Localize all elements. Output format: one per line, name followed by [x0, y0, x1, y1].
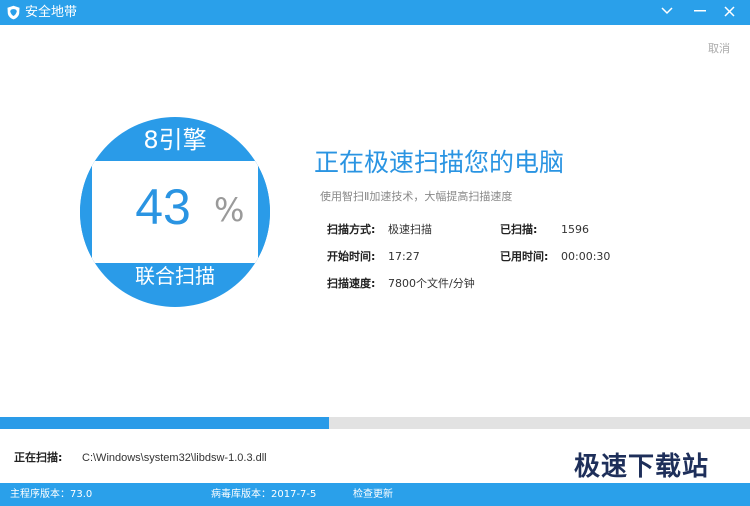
shield-logo-icon	[7, 5, 20, 20]
minimize-icon	[694, 10, 706, 12]
current-file-label: 正在扫描:	[14, 451, 63, 464]
start-time-label: 开始时间:	[327, 250, 376, 263]
elapsed-time-label: 已用时间:	[500, 250, 549, 263]
status-bar: 主程序版本：73.0 病毒库版本：2017-7-5 检查更新	[0, 483, 750, 506]
menu-dropdown-button[interactable]	[655, 0, 679, 22]
title-bar: 安全地带	[0, 0, 750, 25]
scan-mode-field-label: 扫描方式:	[327, 223, 376, 236]
current-file-path: C:\Windows\system32\libdsw-1.0.3.dll	[82, 452, 267, 464]
progress-percent-value: 43	[135, 179, 191, 235]
minimize-button[interactable]	[688, 0, 712, 22]
watermark-logo: 极速下载站	[574, 452, 710, 482]
scan-mode-field-value: 极速扫描	[388, 223, 432, 236]
cancel-button[interactable]: 取消	[708, 40, 730, 56]
scan-subtitle: 使用智扫Ⅱ加速技术，大幅提高扫描速度	[320, 190, 513, 203]
scanned-count-value: 1596	[561, 223, 589, 236]
engine-count-label: 8引擎	[143, 126, 207, 154]
virus-db-version: 病毒库版本：2017-7-5	[211, 489, 317, 500]
elapsed-time-value: 00:00:30	[561, 250, 611, 263]
scan-speed-label: 扫描速度:	[327, 277, 376, 290]
check-update-link[interactable]: 检查更新	[353, 487, 393, 502]
scan-progress-bar	[0, 417, 750, 429]
scan-mode-label: 联合扫描	[135, 264, 215, 288]
program-version: 主程序版本：73.0	[10, 489, 93, 500]
scan-progress-fill	[0, 417, 329, 429]
scanned-count-label: 已扫描:	[500, 223, 538, 236]
close-icon	[723, 5, 735, 17]
percent-sign: %	[214, 191, 245, 229]
app-title: 安全地带	[25, 5, 78, 20]
close-button[interactable]	[717, 0, 741, 22]
chevron-down-icon	[661, 7, 673, 15]
start-time-value: 17:27	[388, 250, 420, 263]
scan-speed-value: 7800个文件/分钟	[388, 277, 475, 290]
scan-heading: 正在极速扫描您的电脑	[314, 148, 565, 177]
